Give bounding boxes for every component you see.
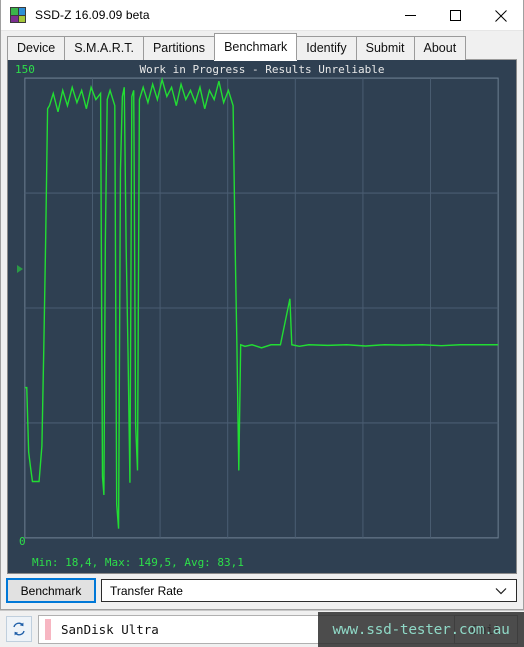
tab-identify[interactable]: Identify [296,36,357,60]
chevron-down-icon [495,587,507,594]
maximize-icon [450,10,461,21]
chart-gridlines [24,78,499,538]
taskbar-item-sandisk-ultra[interactable]: SanDisk Ultra [38,614,518,644]
axis-label-min: 0 [19,535,26,548]
tab-smart[interactable]: S.M.A.R.T. [64,36,144,60]
logo-square-purple [11,15,18,22]
refresh-icon [13,622,25,636]
application-window: SSD-Z 16.09.09 beta Device S.M.A.R.T. Pa… [0,0,524,610]
close-icon [494,9,507,22]
transfer-rate-trace [24,76,499,529]
window-title: SSD-Z 16.09.09 beta [35,8,150,22]
benchmark-mode-select[interactable]: Transfer Rate [101,579,517,602]
tab-benchmark[interactable]: Benchmark [214,33,298,60]
tab-partitions[interactable]: Partitions [142,36,216,60]
benchmark-button[interactable]: Benchmark [6,578,96,603]
graph-status-title: Work in Progress - Results Unreliable [139,63,385,76]
logo-square-blue [18,8,25,15]
benchmark-graph-panel: 150 0 Work in Progress - Results Unrelia… [7,60,517,574]
refresh-button[interactable] [6,616,32,642]
tab-strip: Device S.M.A.R.T. Partitions Benchmark I… [1,31,523,60]
position-marker-icon [17,265,23,273]
window-controls [388,0,523,31]
tab-device[interactable]: Device [7,36,66,60]
maximize-button[interactable] [433,0,478,31]
benchmark-mode-value: Transfer Rate [110,583,183,598]
tab-about[interactable]: About [413,36,467,60]
taskbar-item-label: SanDisk Ultra [61,621,159,637]
graph-stats-text: Min: 18,4, Max: 149,5, Avg: 83,1 [32,556,244,569]
taskbar-omit-button[interactable]: Omit [454,615,518,644]
logo-square-lime [18,15,25,22]
transfer-rate-chart [24,76,499,539]
tab-submit[interactable]: Submit [355,36,415,60]
close-button[interactable] [478,0,523,31]
ssd-z-logo-icon [10,7,26,23]
title-bar: SSD-Z 16.09.09 beta [1,0,523,31]
taskbar: SanDisk Ultra Omit [0,610,524,647]
minimize-button[interactable] [388,0,433,31]
benchmark-controls: Benchmark Transfer Rate [6,574,517,609]
taskbar-accent-bar [45,618,51,640]
logo-square-green [11,8,18,15]
tab-content-benchmark: 150 0 Work in Progress - Results Unrelia… [1,60,523,609]
minimize-icon [405,15,416,16]
